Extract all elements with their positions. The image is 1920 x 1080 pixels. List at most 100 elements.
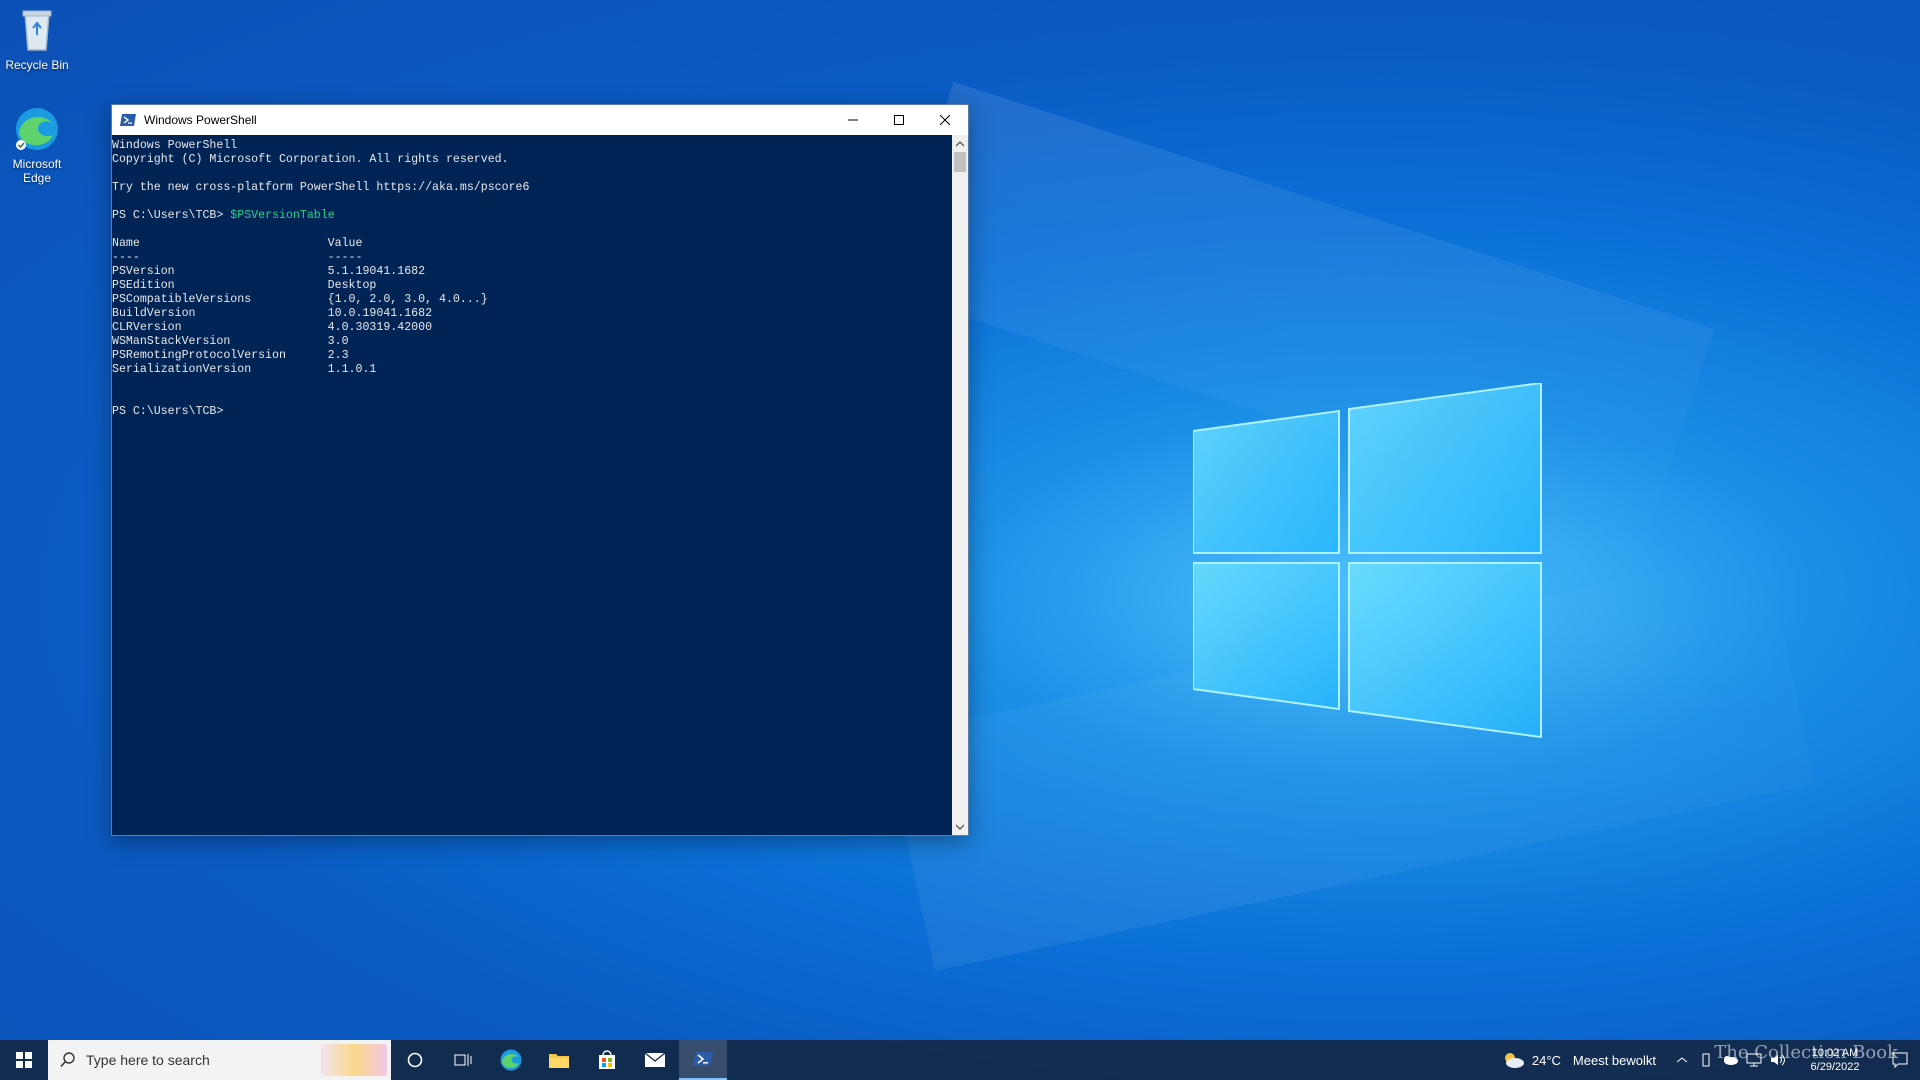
weather-widget[interactable]: 24°C Meest bewolkt [1502, 1050, 1656, 1070]
console-output[interactable]: Windows PowerShell Copyright (C) Microsof… [112, 135, 953, 835]
taskbar-mail[interactable] [631, 1040, 679, 1080]
store-icon [599, 1050, 615, 1069]
console-line: ​ [112, 391, 953, 405]
weather-temperature: 24°C [1531, 1052, 1561, 1068]
taskbar-edge[interactable] [487, 1040, 535, 1080]
taskbar: Type here to search 24°C Meest bewolkt 1… [0, 1040, 1920, 1080]
table-value-cell: 5.1.19041.1682 [327, 265, 426, 278]
maximize-button[interactable] [876, 105, 922, 135]
system-tray: 24°C Meest bewolkt 10:02 AM 6/29/2022 [1502, 1040, 1920, 1080]
search-icon [60, 1052, 75, 1068]
table-name-cell: Name [112, 237, 140, 250]
table-name-cell: BuildVersion [112, 307, 196, 320]
chevron-down-icon [956, 824, 964, 830]
table-row: PSCompatibleVersions {1.0, 2.0, 3.0, 4.0.… [112, 293, 953, 307]
table-name-cell: CLRVersion [112, 321, 182, 334]
chevron-up-icon [956, 140, 964, 146]
scroll-up-button[interactable] [952, 135, 968, 152]
show-hidden-icons-button[interactable] [1670, 1040, 1694, 1080]
task-view-button[interactable] [439, 1040, 487, 1080]
table-header-row: Name Value [112, 237, 953, 251]
table-row: CLRVersion 4.0.30319.42000 [112, 321, 953, 335]
action-center-button[interactable] [1880, 1040, 1920, 1080]
table-name-cell: SerializationVersion [112, 363, 252, 376]
console-line: ​ [112, 223, 953, 237]
taskbar-clock[interactable]: 10:02 AM 6/29/2022 [1790, 1046, 1880, 1074]
console-line: Try the new cross-platform PowerShell ht… [112, 181, 530, 194]
window-title: Windows PowerShell [144, 113, 257, 127]
search-placeholder: Type here to search [86, 1052, 210, 1068]
powershell-window[interactable]: Windows PowerShell Windows PowerShell Cop… [111, 104, 969, 836]
table-value-cell: 1.1.0.1 [327, 363, 377, 376]
cloud-icon [1504, 1053, 1524, 1068]
scroll-down-button[interactable] [952, 818, 968, 835]
close-icon [940, 115, 950, 125]
table-value-cell: 2.3 [327, 349, 349, 362]
taskbar-file-explorer[interactable] [535, 1040, 583, 1080]
table-underline-row: ---- ----- [112, 251, 953, 265]
taskbar-powershell[interactable] [679, 1040, 727, 1080]
table-name-cell: ---- [112, 251, 140, 264]
weather-description: Meest bewolkt [1572, 1052, 1656, 1068]
table-row: WSManStackVersion 3.0 [112, 335, 953, 349]
table-value-cell: ----- [327, 251, 363, 264]
table-row: PSVersion 5.1.19041.1682 [112, 265, 953, 279]
table-name-cell: PSEdition [112, 279, 175, 292]
volume-button[interactable] [1766, 1040, 1790, 1080]
maximize-icon [894, 115, 904, 125]
table-value-cell: 4.0.30319.42000 [327, 321, 433, 334]
table-row: PSRemotingProtocolVersion 2.3 [112, 349, 953, 363]
table-row: SerializationVersion 1.1.0.1 [112, 363, 953, 377]
windows-start-icon [16, 1052, 32, 1068]
volume-icon [1771, 1054, 1785, 1066]
table-value-cell: 10.0.19041.1682 [327, 307, 433, 320]
console-line: ​ [112, 377, 953, 391]
mail-icon [644, 1052, 666, 1067]
tray-app-button[interactable] [1694, 1040, 1718, 1080]
chevron-up-icon [1677, 1057, 1687, 1063]
desktop-icon-recycle-bin[interactable]: Recycle Bin [0, 6, 76, 72]
usb-icon [1702, 1053, 1710, 1067]
table-name-cell: PSVersion [112, 265, 175, 278]
folder-icon [549, 1054, 569, 1068]
command-text: $PSVersionTable [230, 209, 335, 222]
table-name-cell: PSCompatibleVersions [112, 293, 252, 306]
notification-icon [1892, 1052, 1908, 1068]
cortana-button[interactable] [391, 1040, 439, 1080]
desktop-icon-microsoft-edge[interactable]: Microsoft Edge [0, 105, 76, 185]
table-name-cell: PSRemotingProtocolVersion [112, 349, 286, 362]
network-button[interactable] [1742, 1040, 1766, 1080]
vertical-scrollbar[interactable] [952, 135, 968, 835]
task-view-icon [454, 1054, 472, 1066]
scroll-thumb[interactable] [954, 152, 966, 172]
table-name-cell: WSManStackVersion [112, 335, 231, 348]
search-highlight-image [321, 1044, 387, 1076]
cortana-icon [407, 1052, 423, 1068]
version-table: Name Value ---- ----- PSVersion 5.1.19041.168… [112, 237, 953, 377]
taskbar-store[interactable] [583, 1040, 631, 1080]
start-button[interactable] [0, 1040, 48, 1080]
window-titlebar[interactable]: Windows PowerShell [112, 105, 968, 135]
edge-icon [500, 1049, 522, 1071]
onedrive-button[interactable] [1718, 1040, 1742, 1080]
taskbar-search-box[interactable]: Type here to search [48, 1040, 391, 1080]
minimize-button[interactable] [830, 105, 876, 135]
clock-date: 6/29/2022 [1810, 1061, 1860, 1073]
final-prompt: PS C:\Users\TCB> [112, 405, 224, 418]
minimize-icon [848, 119, 858, 121]
desktop-icon-label: Recycle Bin [5, 58, 69, 72]
network-icon [1746, 1053, 1762, 1067]
console-line: ​ [112, 195, 953, 209]
windows-logo-wallpaper [1193, 383, 1542, 739]
desktop-icon-label: Microsoft Edge [12, 157, 62, 185]
edge-icon [13, 105, 61, 153]
table-value-cell: Desktop [327, 279, 377, 292]
console-line: Windows PowerShell [112, 139, 238, 152]
table-value-cell: {1.0, 2.0, 3.0, 4.0...} [327, 293, 488, 306]
recycle-bin-icon [13, 6, 61, 54]
onedrive-cloud-icon [1724, 1056, 1738, 1065]
clock-time: 10:02 AM [1811, 1047, 1859, 1059]
close-button[interactable] [922, 105, 968, 135]
command-line: PS C:\Users\TCB> $PSVersionTable [112, 209, 953, 223]
powershell-icon [120, 112, 136, 128]
